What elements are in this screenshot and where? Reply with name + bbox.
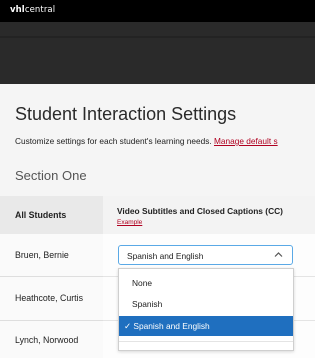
header-cell-video: Video Subtitles and Closed Captions (CC)… bbox=[103, 196, 315, 234]
option-label: Spanish bbox=[132, 299, 163, 309]
manage-default-settings-link[interactable]: Manage default s bbox=[214, 136, 278, 146]
table-row-cell: Lynch, Norwood bbox=[0, 321, 103, 358]
option-spanish[interactable]: Spanish bbox=[119, 294, 293, 314]
option-text: Spanish and English bbox=[133, 321, 210, 331]
student-name: Heathcote, Curtis bbox=[15, 293, 83, 303]
example-link[interactable]: Example bbox=[117, 219, 142, 226]
table-row-cell: Bruen, Bernie bbox=[0, 234, 103, 277]
select-current-value: Spanish and English bbox=[127, 251, 204, 261]
option-label: ✓ Spanish and English bbox=[124, 321, 210, 331]
dropdown-footer bbox=[119, 341, 293, 351]
table-row-cell: Heathcote, Curtis bbox=[0, 277, 103, 321]
option-none[interactable]: None bbox=[119, 273, 293, 293]
page-title: Student Interaction Settings bbox=[15, 104, 237, 124]
option-label: None bbox=[132, 278, 153, 288]
hero-banner bbox=[0, 22, 315, 84]
option-spanish-and-english[interactable]: ✓ Spanish and English bbox=[119, 316, 293, 336]
page-subtitle: Customize settings for each student's le… bbox=[15, 136, 278, 146]
captions-language-dropdown: None Spanish ✓ Spanish and English bbox=[118, 268, 294, 351]
student-name: Lynch, Norwood bbox=[15, 335, 79, 345]
student-name: Bruen, Bernie bbox=[15, 250, 69, 260]
captions-language-select[interactable]: Spanish and English bbox=[118, 245, 293, 265]
subtitle-text: Customize settings for each student's le… bbox=[15, 136, 214, 146]
logo-text: central bbox=[24, 5, 56, 15]
column-header-all-students: All Students bbox=[15, 210, 67, 220]
banner-divider bbox=[0, 36, 315, 38]
header-cell-all-students: All Students bbox=[0, 196, 103, 234]
check-icon: ✓ bbox=[124, 321, 132, 331]
column-header-video-subtitles: Video Subtitles and Closed Captions (CC) bbox=[117, 206, 283, 216]
chevron-up-icon bbox=[274, 252, 283, 257]
section-title: Section One bbox=[15, 168, 87, 183]
logo-bold-text: vhl bbox=[10, 5, 25, 15]
top-bar: vhlcentral bbox=[0, 0, 315, 22]
vhl-central-logo[interactable]: vhlcentral bbox=[10, 5, 55, 15]
